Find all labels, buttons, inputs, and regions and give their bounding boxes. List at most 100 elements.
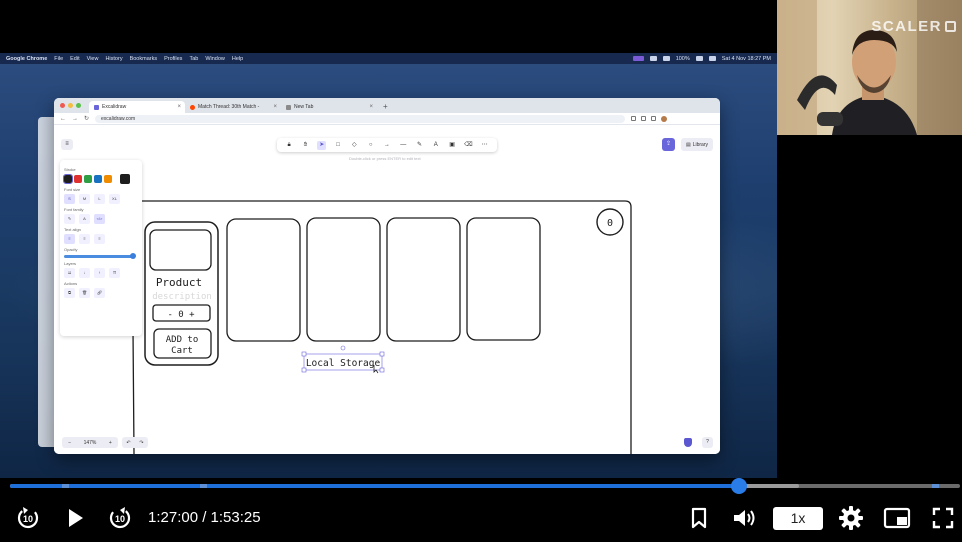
- product-card-empty: [226, 218, 301, 342]
- menu-profiles: Profiles: [164, 55, 183, 62]
- back-arrow-icon: ←: [60, 115, 66, 122]
- layers-label: Layers: [64, 261, 77, 266]
- page-frame: [131, 200, 632, 454]
- link-icon: 🔗︎: [94, 288, 105, 298]
- local-storage-label: Local Storage: [306, 358, 381, 369]
- actions-label: Actions: [64, 281, 78, 286]
- video-player[interactable]: Google Chrome File Edit View History Boo…: [0, 0, 962, 542]
- stroke-swatch: [63, 174, 73, 184]
- wifi-icon: [649, 56, 657, 61]
- extension-icon: [631, 115, 637, 121]
- reddit-favicon-icon: [190, 104, 195, 110]
- font-size-l: L: [94, 194, 105, 204]
- code-font-icon: </>: [94, 214, 105, 224]
- close-tab-icon: ×: [273, 104, 277, 110]
- bookmark-button[interactable]: [688, 505, 710, 531]
- text-align-label: Text align: [64, 227, 81, 232]
- forward-arrow-icon: →: [72, 115, 78, 122]
- shield-icon: [684, 438, 692, 447]
- qty-text: - 0 +: [167, 310, 195, 320]
- play-button[interactable]: [62, 505, 88, 531]
- cart-count: 0: [607, 218, 613, 229]
- scaler-logo: SCALER: [871, 18, 956, 35]
- rotate-handle: [340, 345, 346, 351]
- chapter-marker: [62, 484, 70, 488]
- product-card-empty: [386, 217, 461, 342]
- drawing-layer: 0 Product description - 0 + ADD to Cart: [131, 200, 632, 454]
- menu-tab: Tab: [189, 55, 199, 62]
- stroke-swatch: [104, 175, 112, 183]
- tab-new-tab: New Tab ×: [281, 101, 377, 113]
- volume-icon: [734, 510, 755, 526]
- bookmark-icon: [691, 507, 707, 529]
- menu-history: History: [105, 55, 123, 62]
- stroke-swatches: [63, 174, 138, 184]
- spotlight-icon: [708, 56, 716, 61]
- properties-panel: Stroke Font size S M L XL Font family ✎ …: [60, 160, 142, 336]
- picture-in-picture-icon: [883, 507, 911, 529]
- undo-icon: ↶: [126, 439, 131, 446]
- screen-share-frame: Google Chrome File Edit View History Boo…: [0, 53, 777, 478]
- time-display: 1:27:00 / 1:53:25: [148, 509, 261, 526]
- menu-view: View: [86, 55, 99, 62]
- duplicate-icon: ⧉: [64, 288, 75, 298]
- settings-button[interactable]: [837, 505, 865, 531]
- tab-match-thread: Match Thread: 30th Match - ×: [185, 101, 281, 113]
- selection-handle: [379, 367, 385, 373]
- played-bar: [10, 484, 739, 488]
- fullscreen-icon: [932, 507, 954, 529]
- fullscreen-button[interactable]: [930, 505, 956, 531]
- text-align-options: ≡ ≡ ≡: [64, 234, 138, 244]
- rewind-10-icon: 10: [17, 507, 39, 529]
- stroke-swatch: [84, 175, 92, 183]
- product-card-empty: [466, 217, 541, 341]
- align-center-icon: ≡: [79, 234, 90, 244]
- menu-window: Window: [205, 55, 225, 62]
- close-tab-icon: ×: [369, 104, 373, 110]
- new-tab-plus-icon: +: [383, 102, 388, 111]
- svg-text:10: 10: [115, 514, 125, 524]
- tab-label: Match Thread: 30th Match -: [198, 104, 260, 110]
- action-options: ⧉ 🗑︎ 🔗︎: [64, 288, 138, 298]
- tab-label: Excalidraw: [102, 104, 127, 110]
- maximize-window-icon: [76, 103, 81, 108]
- selection-handle: [379, 351, 385, 357]
- menu-app-name: Google Chrome: [6, 55, 48, 62]
- delete-icon: 🗑︎: [79, 288, 90, 298]
- redo-icon: ↷: [139, 439, 144, 446]
- chapter-marker: [200, 484, 207, 488]
- rewind-10-button[interactable]: 10: [14, 505, 42, 531]
- font-size-s: S: [64, 194, 75, 204]
- battery-icon: [695, 56, 703, 61]
- product-card-empty: [306, 217, 381, 342]
- playback-speed-button[interactable]: 1x: [773, 507, 823, 530]
- current-stroke-swatch: [120, 174, 130, 184]
- play-icon: [69, 509, 83, 527]
- send-backward-icon: ↓: [79, 268, 90, 278]
- window-controls: [60, 103, 81, 108]
- tab-excalidraw: Excalidraw ×: [89, 101, 185, 113]
- volume-button[interactable]: [731, 505, 759, 531]
- forward-10-button[interactable]: 10: [106, 505, 134, 531]
- url-field: excalidraw.com: [95, 114, 626, 123]
- chapter-marker: [931, 484, 939, 488]
- font-size-label: Font size: [64, 187, 81, 192]
- zoom-out-icon: −: [68, 439, 72, 446]
- tab-label: New Tab: [294, 104, 314, 110]
- webcam-feed: SCALER: [777, 0, 962, 135]
- selection-handle: [301, 351, 307, 357]
- seek-handle[interactable]: [730, 478, 747, 494]
- font-size-xl: XL: [109, 194, 120, 204]
- battery-text: 100%: [675, 55, 690, 62]
- picture-in-picture-button[interactable]: [882, 505, 912, 531]
- sidebar-icon: [651, 115, 657, 121]
- layer-options: ⇊ ↓ ↑ ⇈: [64, 268, 138, 278]
- close-window-icon: [60, 103, 65, 108]
- minimize-window-icon: [68, 103, 73, 108]
- profile-avatar: [661, 115, 668, 122]
- bring-forward-icon: ↑: [94, 268, 105, 278]
- help-icon: ?: [702, 437, 713, 448]
- seek-bar[interactable]: [10, 478, 960, 494]
- browser-window: Excalidraw × Match Thread: 30th Match - …: [54, 98, 720, 454]
- bring-to-front-icon: ⇈: [109, 268, 120, 278]
